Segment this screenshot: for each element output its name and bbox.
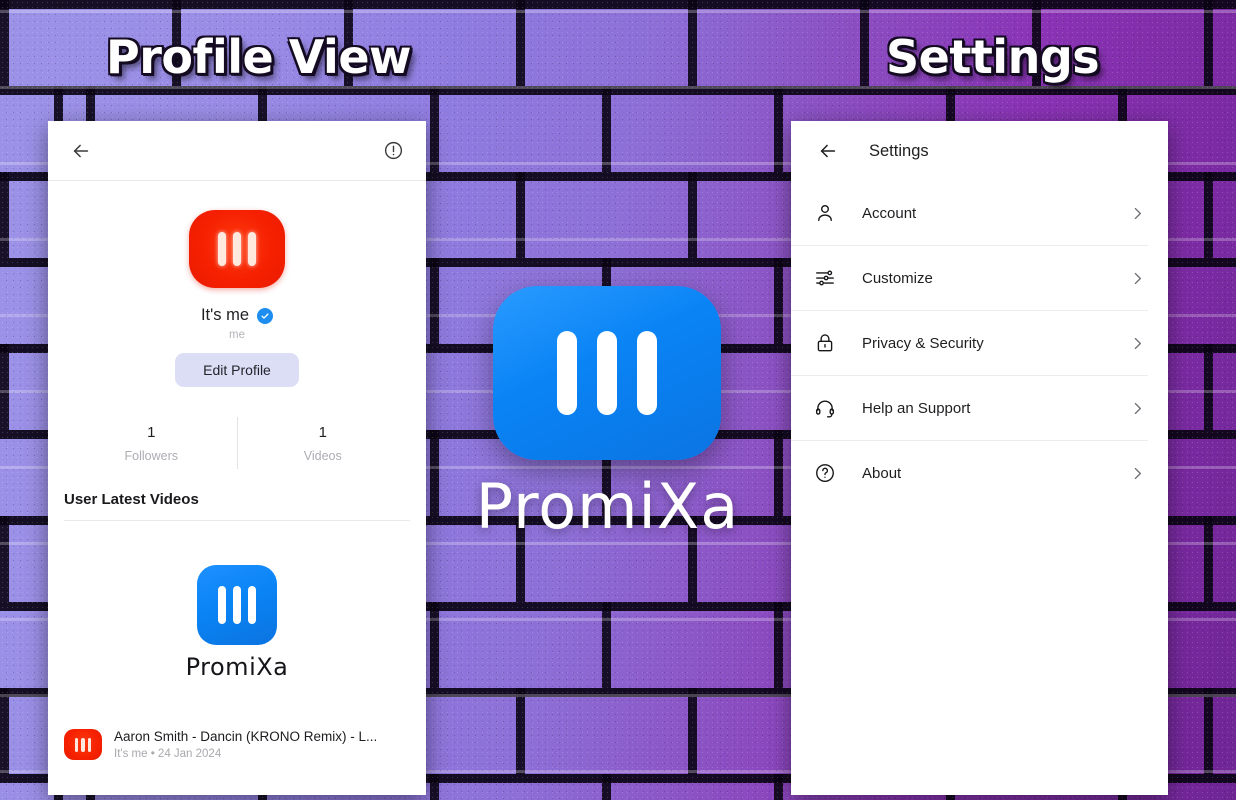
screenshot-stage: Profile View Settings It's me me Edit Pr… — [0, 0, 1236, 800]
chevron-right-icon — [1129, 400, 1146, 417]
sidebar-item-label: Privacy & Security — [862, 334, 984, 352]
back-arrow-icon[interactable] — [66, 136, 96, 166]
promixa-bars-avatar[interactable] — [189, 210, 285, 288]
chevron-right-icon — [1129, 465, 1146, 482]
video-meta: Aaron Smith - Dancin (KRONO Remix) - L..… — [114, 729, 377, 760]
profile-view-panel: It's me me Edit Profile 1 Followers 1 Vi… — [48, 121, 426, 795]
video-subtitle: It's me • 24 Jan 2024 — [114, 748, 222, 760]
chevron-right-icon — [1129, 270, 1146, 287]
lock-icon — [813, 331, 837, 355]
logo-bar — [248, 586, 256, 624]
sliders-icon — [813, 266, 837, 290]
promixa-wordmark-center: PromiXa — [475, 470, 740, 543]
stat-value: 1 — [318, 423, 327, 441]
caption-profile-view: Profile View — [106, 30, 412, 84]
verified-badge-icon — [257, 307, 274, 324]
headset-icon — [813, 396, 837, 420]
avatar-bar — [218, 232, 226, 266]
stat-value: 1 — [147, 423, 156, 441]
sidebar-item-account[interactable]: Account — [791, 181, 1168, 245]
logo-bar — [557, 331, 577, 415]
thumb-bar — [87, 737, 92, 752]
question-circle-icon — [813, 461, 837, 485]
display-name: It's me — [200, 306, 250, 324]
list-item[interactable]: Aaron Smith - Dancin (KRONO Remix) - L..… — [48, 715, 426, 774]
display-name-row: It's me — [48, 306, 426, 325]
avatar-bar — [248, 232, 256, 266]
stat-videos[interactable]: 1 Videos — [238, 424, 409, 463]
avatar-container — [48, 210, 426, 288]
promixa-wordmark: PromiXa — [185, 653, 289, 681]
sidebar-item-privacy-security[interactable]: Privacy & Security — [791, 311, 1168, 375]
settings-panel: Settings Account Customize Privacy & Sec… — [791, 121, 1168, 795]
settings-app-bar: Settings — [791, 121, 1168, 181]
promixa-bars-thumb — [64, 729, 102, 760]
video-title: Aaron Smith - Dancin (KRONO Remix) - L..… — [114, 729, 378, 744]
promixa-bars-logo — [197, 565, 277, 645]
avatar-bar — [233, 232, 241, 266]
thumb-bar — [74, 737, 79, 752]
edit-profile-button[interactable]: Edit Profile — [175, 353, 299, 387]
back-arrow-icon[interactable] — [813, 136, 843, 166]
logo-bar — [637, 331, 657, 415]
sidebar-item-help-support[interactable]: Help an Support — [791, 376, 1168, 440]
promixa-promo-block: PromiXa — [48, 565, 426, 681]
section-title-user-latest-videos: User Latest Videos — [64, 491, 199, 508]
caption-settings: Settings — [886, 30, 1100, 84]
sidebar-item-label: Help an Support — [862, 399, 971, 417]
person-icon — [813, 201, 837, 225]
logo-bar — [597, 331, 617, 415]
stat-followers[interactable]: 1 Followers — [66, 424, 237, 463]
profile-stats: 1 Followers 1 Videos — [48, 417, 426, 485]
sidebar-item-customize[interactable]: Customize — [791, 246, 1168, 310]
stat-label: Videos — [303, 448, 342, 463]
thumb-bar — [81, 737, 85, 752]
profile-handle: me — [229, 329, 245, 341]
profile-app-bar — [48, 121, 426, 181]
promixa-bars-logo — [493, 286, 721, 460]
settings-title: Settings — [869, 141, 929, 160]
logo-bar — [233, 586, 241, 624]
sidebar-item-label: Customize — [862, 269, 933, 287]
exclamation-circle-icon[interactable] — [378, 136, 408, 166]
sidebar-item-label: About — [862, 464, 902, 482]
sidebar-item-about[interactable]: About — [791, 441, 1168, 505]
stat-label: Followers — [124, 448, 179, 463]
sidebar-item-label: Account — [862, 204, 917, 222]
edit-profile-container: Edit Profile — [48, 353, 426, 387]
logo-bar — [218, 586, 226, 624]
section-divider — [64, 520, 410, 521]
chevron-right-icon — [1129, 335, 1146, 352]
chevron-right-icon — [1129, 205, 1146, 222]
